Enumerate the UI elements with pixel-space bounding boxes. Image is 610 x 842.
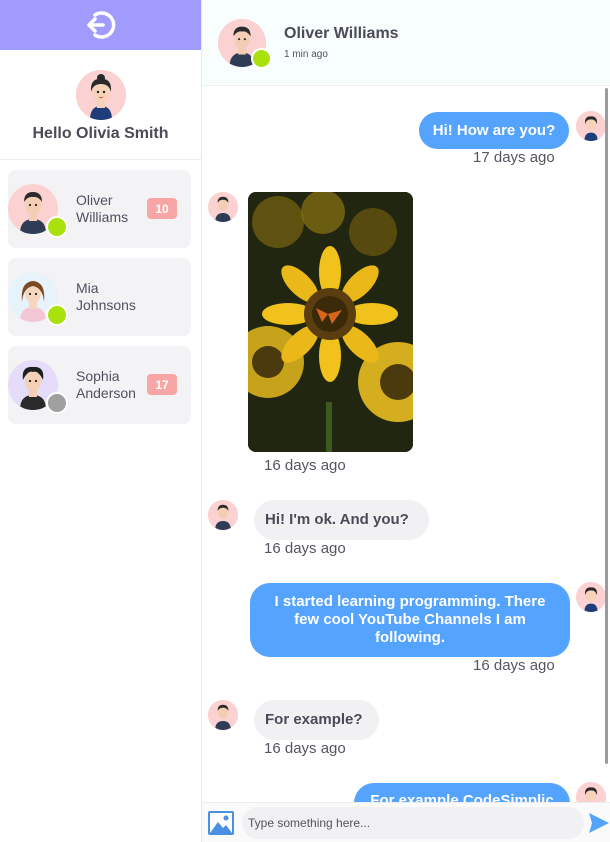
attach-image-button[interactable] xyxy=(208,810,234,835)
scrollbar[interactable] xyxy=(605,88,608,764)
avatar xyxy=(8,272,68,326)
sidebar-header xyxy=(0,0,201,50)
avatar xyxy=(8,184,68,238)
contact-list: Oliver Williams 10 Mia Johnsons Sophia A… xyxy=(0,160,201,424)
message-list[interactable]: Hi! How are you? 17 days ago 16 days ago… xyxy=(202,86,606,802)
contact-item-sophia[interactable]: Sophia Anderson 17 xyxy=(8,346,191,424)
send-button[interactable] xyxy=(588,812,610,834)
message-time: 16 days ago xyxy=(264,740,346,757)
message-input[interactable] xyxy=(242,806,584,839)
outgoing-message: I started learning programming. There fe… xyxy=(250,583,570,657)
chat-contact-info: Oliver Williams 1 min ago xyxy=(284,25,399,60)
avatar xyxy=(218,18,272,69)
unread-badge: 10 xyxy=(147,198,177,219)
contact-name: Oliver Williams xyxy=(76,192,129,225)
user-profile: Hello Olivia Smith xyxy=(0,50,201,160)
message-composer xyxy=(202,802,610,842)
outgoing-message: Hi! How are you? xyxy=(419,112,569,149)
message-time: 17 days ago xyxy=(473,149,555,166)
avatar xyxy=(208,500,238,530)
logout-icon xyxy=(86,11,115,39)
avatar xyxy=(8,360,68,414)
user-greeting: Hello Olivia Smith xyxy=(32,125,169,142)
online-status-dot xyxy=(251,47,272,69)
last-seen: 1 min ago xyxy=(284,49,328,60)
chat-contact-name: Oliver Williams xyxy=(284,25,399,42)
avatar xyxy=(208,192,238,222)
chat-panel: Oliver Williams 1 min ago Hi! How are yo… xyxy=(202,0,610,842)
message-time: 16 days ago xyxy=(264,540,346,557)
sidebar: Hello Olivia Smith Oliver Williams 10 Mi… xyxy=(0,0,202,842)
sunflower-photo-icon xyxy=(248,192,413,452)
unread-badge: 17 xyxy=(147,374,177,395)
online-status-dot xyxy=(46,216,68,238)
incoming-message: For example? xyxy=(254,700,379,740)
message-time: 16 days ago xyxy=(264,457,346,474)
chat-app: Hello Olivia Smith Oliver Williams 10 Mi… xyxy=(0,0,610,842)
send-icon xyxy=(589,812,609,833)
offline-status-dot xyxy=(46,392,68,414)
avatar xyxy=(208,700,238,730)
image-icon xyxy=(208,810,234,835)
logout-button[interactable] xyxy=(85,9,117,41)
contact-item-oliver[interactable]: Oliver Williams 10 xyxy=(8,170,191,248)
contact-name: Mia Johnsons xyxy=(76,280,136,313)
avatar xyxy=(576,582,606,612)
message-time: 16 days ago xyxy=(473,657,555,674)
contact-item-mia[interactable]: Mia Johnsons xyxy=(8,258,191,336)
outgoing-message: For example CodeSimplic xyxy=(354,783,570,802)
incoming-message: Hi! I'm ok. And you? xyxy=(254,500,429,540)
image-message[interactable] xyxy=(248,192,413,452)
avatar-female-icon xyxy=(75,70,126,120)
avatar xyxy=(576,111,606,141)
avatar xyxy=(576,782,606,802)
chat-header: Oliver Williams 1 min ago xyxy=(202,0,610,86)
online-status-dot xyxy=(46,304,68,326)
contact-name: Sophia Anderson xyxy=(76,368,136,401)
avatar xyxy=(75,70,126,120)
